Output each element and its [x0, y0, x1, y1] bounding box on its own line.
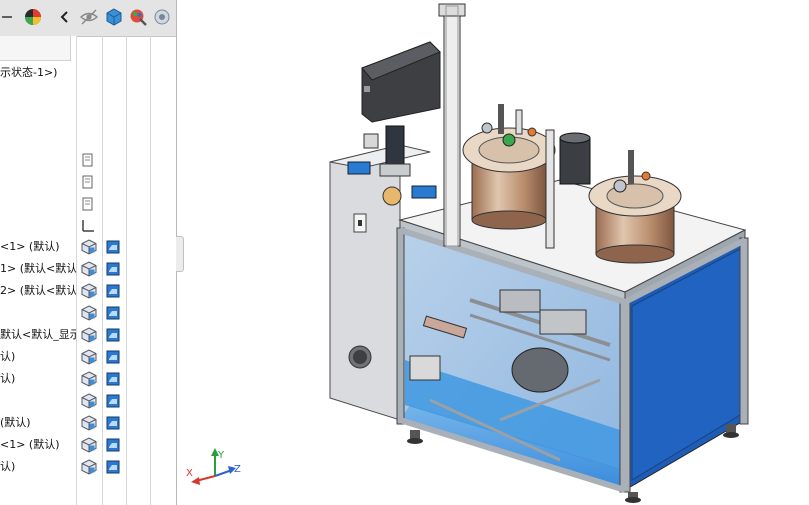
display-mode-icon[interactable] [105, 327, 125, 345]
appearance-brush-icon[interactable] [127, 6, 149, 28]
tree-item-label[interactable] [0, 392, 76, 410]
collapse-arrow-icon[interactable] [0, 6, 18, 28]
display-mode-icon[interactable] [105, 239, 125, 257]
axis-triad: Y Z X [186, 448, 241, 485]
tree-item-label[interactable]: 认) [0, 370, 76, 388]
tree-item-label[interactable]: <1> (默认) [0, 238, 76, 256]
triad-z-label: Z [234, 464, 241, 475]
graphics-viewport[interactable]: Y Z X [184, 0, 809, 505]
display-mode-icon[interactable] [105, 283, 125, 301]
display-mode-icon[interactable] [105, 261, 125, 279]
tree-item-label[interactable]: (默认) [0, 414, 76, 432]
appearance-pie-icon[interactable] [22, 6, 44, 28]
display-mode-icon[interactable] [105, 393, 125, 411]
display-mode-icon[interactable] [105, 437, 125, 455]
tree-item-label[interactable]: 2> (默认<默认 [0, 282, 76, 300]
tree-item-label[interactable]: <1> (默认) [0, 436, 76, 454]
pane-splitter-handle[interactable] [176, 236, 184, 272]
display-mode-icon[interactable] [105, 371, 125, 389]
column-divider [76, 36, 77, 505]
tree-item-label[interactable]: 认) [0, 348, 76, 366]
filter-box[interactable] [0, 36, 71, 61]
reactor-tank-2 [588, 150, 682, 264]
chevron-left-icon[interactable] [54, 6, 76, 28]
display-mode-icon[interactable] [105, 305, 125, 323]
triad-x-label: X [186, 468, 193, 479]
hide-show-eye-icon[interactable] [78, 6, 100, 28]
component-cube-icon[interactable] [80, 415, 100, 433]
component-cube-icon[interactable] [80, 239, 100, 257]
column-divider [102, 36, 103, 505]
component-cube-icon[interactable] [80, 283, 100, 301]
component-cube-icon[interactable] [80, 393, 100, 411]
triad-y-label: Y [217, 450, 225, 461]
feature-manager-tree: 示状态-1>) <1> (默认) 1> (默认<默认 2> (默认<默认 默认<默认_… [0, 0, 177, 505]
reactor-tank-1 [462, 104, 556, 230]
component-cube-icon[interactable] [80, 261, 100, 279]
part-cube-icon[interactable] [103, 6, 125, 28]
tree-item-label[interactable]: 认) [0, 458, 76, 476]
column-divider [126, 36, 127, 505]
component-cube-icon[interactable] [80, 371, 100, 389]
folder-icon[interactable] [80, 152, 100, 170]
tree-item-label[interactable] [0, 304, 76, 322]
column-divider [150, 36, 151, 505]
display-mode-icon[interactable] [105, 459, 125, 477]
origin-axis-icon[interactable] [80, 218, 100, 236]
folder-icon[interactable] [80, 174, 100, 192]
component-cube-icon[interactable] [80, 437, 100, 455]
display-mode-icon[interactable] [105, 415, 125, 433]
component-cube-icon[interactable] [80, 459, 100, 477]
tree-toolbar [0, 0, 176, 37]
display-state-icon[interactable] [151, 6, 173, 28]
folder-icon[interactable] [80, 196, 100, 214]
tree-header-label: 示状态-1>) [0, 66, 58, 79]
tree-item-label[interactable]: 1> (默认<默认 [0, 260, 76, 278]
display-mode-icon[interactable] [105, 349, 125, 367]
control-box [361, 41, 441, 123]
component-cube-icon[interactable] [80, 305, 100, 323]
component-cube-icon[interactable] [80, 327, 100, 345]
tree-item-label[interactable]: 默认<默认_显示 [0, 326, 76, 344]
component-cube-icon[interactable] [80, 349, 100, 367]
